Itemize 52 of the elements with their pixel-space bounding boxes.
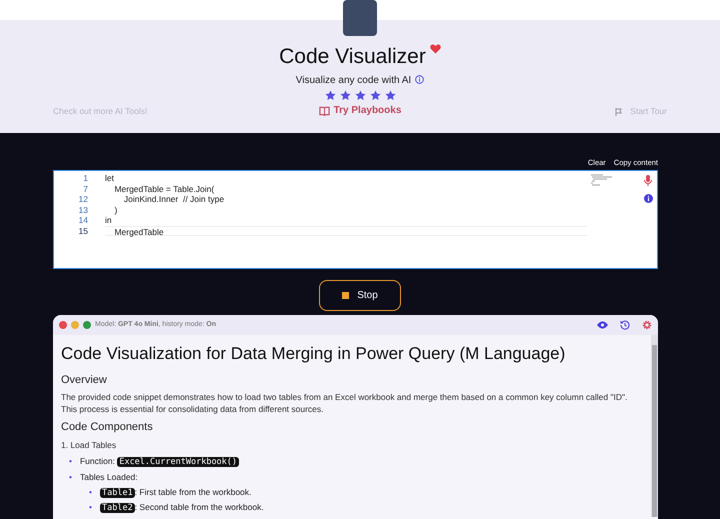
subtitle: Visualize any code with AI [296,74,412,88]
code-snippet: Table1 [100,488,135,498]
code-line: MergedTable [105,226,587,236]
result-title: Code Visualization for Data Merging in Power Query (M Language) [61,343,566,366]
bullet-marker: • [69,456,72,466]
scrollbar[interactable] [651,335,658,518]
playbooks-link[interactable]: Try Playbooks [318,103,402,118]
code-line: in [105,215,113,226]
code-line: let [105,173,115,184]
book-icon [318,106,330,116]
star-icon[interactable] [340,90,350,102]
paragraph: The provided code snippet demonstrates how to load two tables from an Excel workbook and merge them based on a common key column called "ID". This process is essential for consolidating data from different sources. [61,392,628,416]
line-number: 14 [78,215,88,226]
code-snippet: Table2 [100,503,135,514]
line-number: 15 [78,226,88,236]
line-number: 7 [82,184,88,194]
line-number: 12 [78,194,88,205]
code-snippet: Excel.CurrentWorkbook() [117,457,240,468]
history-icon[interactable] [620,320,630,330]
section-heading: Overview [61,372,108,388]
heart-icon [430,44,441,54]
list-text: : Second table from the workbook. [134,502,264,512]
photo-placeholder [343,0,377,36]
code-line: JoinKind.Inner // Join type [122,194,226,205]
settings-icon[interactable] [642,320,652,330]
code-line: MergedTable = Table.Join( [113,184,216,194]
subsection-heading: 1. Load Tables [61,440,118,452]
code-line: ) [113,204,118,216]
list-text: Function: [80,456,115,466]
line-number: 1 [82,173,88,184]
bullet-marker: • [69,472,72,482]
list-text: Tables Loaded: [80,472,138,482]
star-icon[interactable] [370,90,380,102]
list-text: : First table from the workbook. [134,486,252,497]
window-close-button[interactable] [59,321,67,330]
bullet-marker: • [89,486,92,497]
stop-icon [342,292,350,300]
star-icon[interactable] [354,90,366,102]
info-icon[interactable] [415,75,424,84]
info-icon[interactable] [644,194,652,204]
section-heading: Code Components [61,420,154,436]
page-title: Code Visualizer [279,44,426,70]
code-editor[interactable]: 1 7 12 13 14 15 let MergedTable = Table.Join( JoinKind.Inner // Join type ) in MergedTable [53,170,658,270]
microphone-icon[interactable] [644,175,652,186]
line-number: 13 [78,204,88,216]
stop-button[interactable]: Stop [319,280,401,312]
flag-icon [615,108,622,116]
bullet-marker: • [89,502,92,512]
eye-icon[interactable] [597,321,608,330]
window-maximize-button[interactable] [83,321,91,330]
star-icon[interactable] [324,90,336,102]
star-icon[interactable] [384,90,396,102]
